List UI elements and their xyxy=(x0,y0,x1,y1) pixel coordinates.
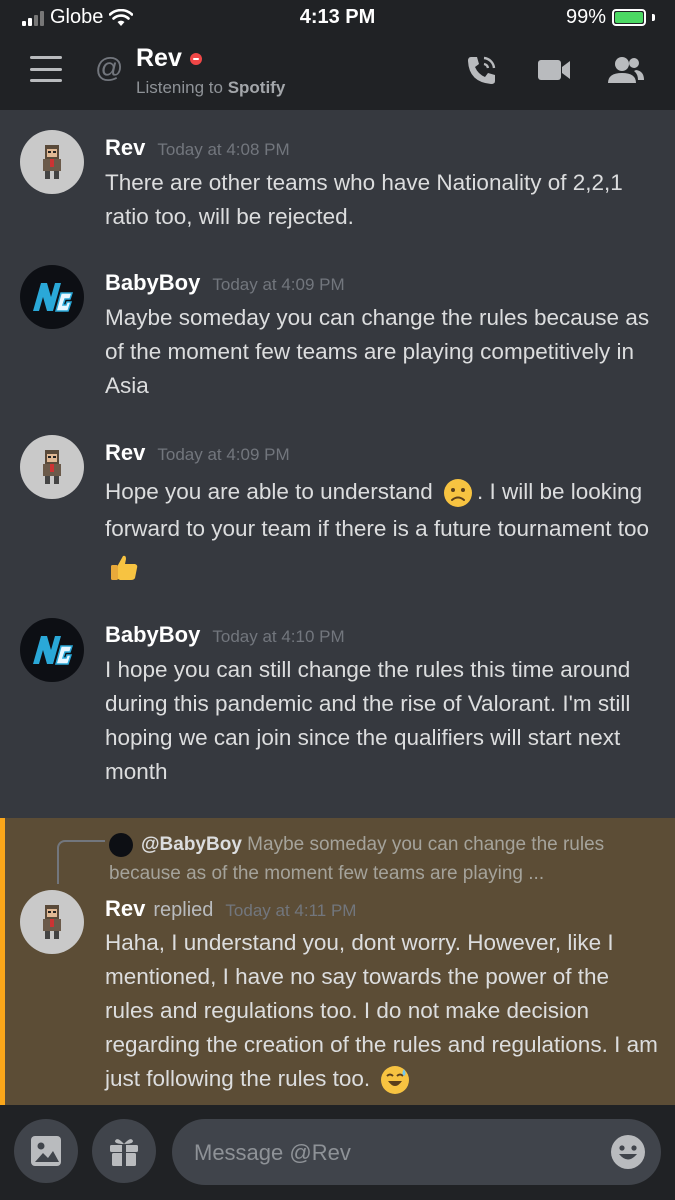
message-text: Maybe someday you can change the rules b… xyxy=(105,305,650,398)
rev-avatar-icon xyxy=(43,145,61,179)
dm-header: @ Rev Listening to Spotify xyxy=(0,36,675,110)
members-button[interactable] xyxy=(606,50,646,90)
mention-message: @BabyBoy Maybe someday you can change th… xyxy=(0,818,675,1105)
message-composer xyxy=(0,1105,675,1200)
attach-image-button[interactable] xyxy=(14,1119,78,1183)
message-author[interactable]: Rev xyxy=(105,440,145,466)
message-text: I hope you can still change the rules th… xyxy=(105,657,631,784)
message-author[interactable]: Rev xyxy=(105,896,145,922)
gift-icon xyxy=(110,1139,138,1166)
reply-preview[interactable]: @BabyBoy Maybe someday you can change th… xyxy=(109,830,669,888)
message-author[interactable]: Rev xyxy=(105,135,145,161)
avatar[interactable] xyxy=(20,618,84,682)
message-input[interactable] xyxy=(192,1119,596,1187)
slightly-frowning-face-icon xyxy=(444,479,472,508)
recipient-name: Rev xyxy=(136,44,182,72)
voice-call-button[interactable] xyxy=(462,50,502,90)
message-text: There are other teams who have Nationali… xyxy=(105,170,623,229)
phone-icon xyxy=(468,56,496,84)
message-timestamp: Today at 4:09 PM xyxy=(157,445,290,464)
ng-logo-icon xyxy=(33,283,74,312)
message-author[interactable]: BabyBoy xyxy=(105,270,200,296)
message-timestamp: Today at 4:08 PM xyxy=(157,140,290,159)
avatar[interactable] xyxy=(20,435,84,499)
grinning-sweat-face-icon xyxy=(381,1066,410,1095)
avatar[interactable] xyxy=(20,890,84,954)
ng-logo-icon xyxy=(33,636,74,665)
battery-percent: 99% xyxy=(565,6,606,28)
dm-recipient[interactable]: Rev xyxy=(136,44,202,73)
rev-avatar-icon xyxy=(43,450,61,484)
message-text: Haha, I understand you, dont worry. Howe… xyxy=(105,926,660,1096)
gift-button[interactable] xyxy=(92,1119,156,1183)
message-author[interactable]: BabyBoy xyxy=(105,622,200,648)
battery: 99% xyxy=(566,6,655,29)
message-text: Hope you are able to understand . I will… xyxy=(105,473,665,584)
image-icon xyxy=(31,1136,61,1166)
rev-avatar-icon xyxy=(43,905,61,939)
avatar[interactable] xyxy=(20,265,84,329)
replied-label: replied xyxy=(153,899,214,921)
video-camera-icon xyxy=(538,60,570,80)
avatar[interactable] xyxy=(20,130,84,194)
recipient-activity: Listening to Spotify xyxy=(136,78,286,97)
status-bar: Globe 4:13 PM 99% xyxy=(0,0,675,36)
dnd-status-icon xyxy=(189,52,202,65)
battery-icon xyxy=(612,9,646,26)
message-input-wrapper[interactable] xyxy=(172,1119,661,1187)
menu-icon[interactable] xyxy=(30,56,62,82)
video-call-button[interactable] xyxy=(534,50,574,90)
message-timestamp: Today at 4:09 PM xyxy=(212,275,345,294)
thumbs-up-icon xyxy=(111,555,138,581)
reply-author: @BabyBoy xyxy=(141,834,242,855)
message-timestamp: Today at 4:11 PM xyxy=(225,901,357,920)
members-icon xyxy=(608,57,644,83)
emoji-picker-icon[interactable] xyxy=(609,1133,647,1171)
reply-avatar xyxy=(109,832,133,857)
message-timestamp: Today at 4:10 PM xyxy=(212,627,345,646)
at-icon: @ xyxy=(95,52,124,83)
reply-connector xyxy=(57,840,105,884)
message-list[interactable]: Rev Today at 4:08 PM There are other tea… xyxy=(0,110,675,1105)
